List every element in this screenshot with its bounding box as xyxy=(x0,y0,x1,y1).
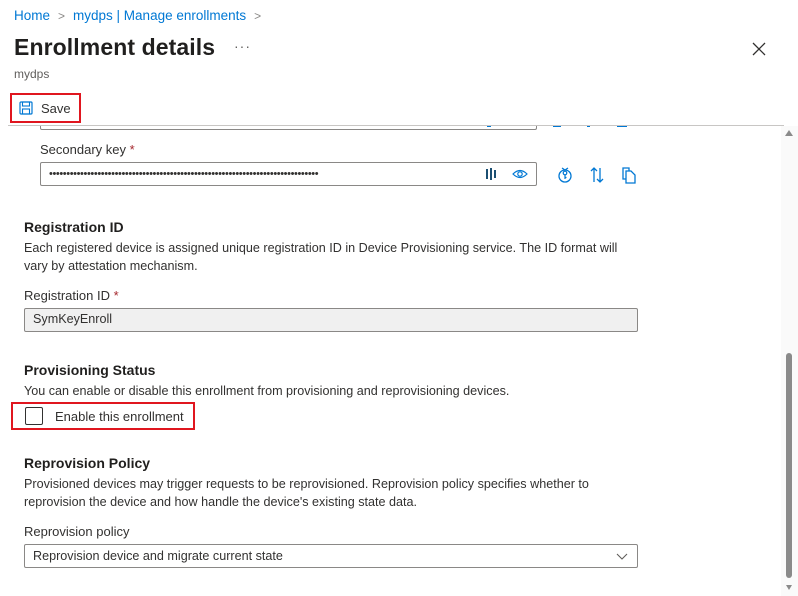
reprovision-policy-dropdown[interactable]: Reprovision device and migrate current s… xyxy=(24,544,638,568)
breadcrumb-home[interactable]: Home xyxy=(14,8,50,23)
secondary-key-label-text: Secondary key xyxy=(40,142,126,157)
reprovision-policy-description: Provisioned devices may trigger requests… xyxy=(24,477,589,509)
checkbox-box[interactable] xyxy=(25,407,43,425)
secondary-key-input[interactable]: ••••••••••••••••••••••••••••••••••••••••… xyxy=(40,162,537,186)
regenerate-key-button[interactable] xyxy=(549,164,581,186)
primary-key-input[interactable] xyxy=(40,126,537,130)
breadcrumb-separator-icon: > xyxy=(58,8,66,23)
secondary-key-value: ••••••••••••••••••••••••••••••••••••••••… xyxy=(49,169,319,179)
provisioning-status-heading: Provisioning Status xyxy=(24,362,156,378)
registration-id-input[interactable]: SymKeyEnroll xyxy=(24,308,638,332)
swap-keys-icon xyxy=(590,167,604,183)
swap-keys-button[interactable] xyxy=(581,164,613,186)
save-label: Save xyxy=(41,100,71,116)
primary-key-regenerate-icon[interactable] xyxy=(553,126,561,127)
save-button[interactable]: Save xyxy=(10,93,81,123)
primary-key-copy-icon[interactable] xyxy=(617,126,627,127)
breadcrumb: Home > mydps | Manage enrollments > xyxy=(14,8,269,23)
required-marker: * xyxy=(129,142,135,157)
page-title: Enrollment details xyxy=(14,34,216,60)
chevron-down-icon xyxy=(616,553,628,560)
show-key-icon[interactable] xyxy=(512,168,528,180)
registration-id-heading: Registration ID xyxy=(24,219,124,235)
provisioning-status-description: You can enable or disable this enrollmen… xyxy=(24,384,510,398)
secondary-key-actions xyxy=(549,164,645,186)
reprovision-policy-label: Reprovision policy xyxy=(24,524,130,539)
scroll-up-arrow-icon[interactable] xyxy=(785,130,793,136)
reprovision-policy-selected: Reprovision device and migrate current s… xyxy=(33,549,283,563)
registration-id-description: Each registered device is assigned uniqu… xyxy=(24,241,618,273)
close-icon xyxy=(752,42,766,56)
registration-id-label-text: Registration ID xyxy=(24,288,110,303)
regenerate-key-icon xyxy=(558,167,572,183)
scrollbar-thumb[interactable] xyxy=(786,353,792,578)
vertical-scrollbar[interactable] xyxy=(781,126,798,596)
command-bar: Save xyxy=(10,93,81,123)
close-button[interactable] xyxy=(750,40,768,58)
registration-id-label: Registration ID * xyxy=(24,288,119,303)
reprovision-policy-heading: Reprovision Policy xyxy=(24,455,151,471)
secondary-key-label: Secondary key * xyxy=(40,142,135,157)
text-cursor-icon xyxy=(486,168,496,180)
enable-enrollment-checkbox[interactable]: Enable this enrollment xyxy=(11,402,195,430)
more-options-button[interactable]: ··· xyxy=(234,38,251,54)
primary-key-swap-icon[interactable] xyxy=(587,126,590,127)
scroll-down-arrow-icon[interactable] xyxy=(786,585,792,590)
required-marker: * xyxy=(113,288,119,303)
copy-button[interactable] xyxy=(613,164,645,186)
enable-enrollment-label: Enable this enrollment xyxy=(55,408,184,424)
breadcrumb-separator-icon: > xyxy=(254,8,262,23)
page-subtitle: mydps xyxy=(14,67,50,81)
breadcrumb-manage-enrollments[interactable]: mydps | Manage enrollments xyxy=(73,8,246,23)
primary-key-cursor-icon xyxy=(487,126,491,127)
copy-icon xyxy=(622,167,636,184)
content-pane: Secondary key * ••••••••••••••••••••••••… xyxy=(0,126,798,596)
save-icon xyxy=(19,101,33,115)
